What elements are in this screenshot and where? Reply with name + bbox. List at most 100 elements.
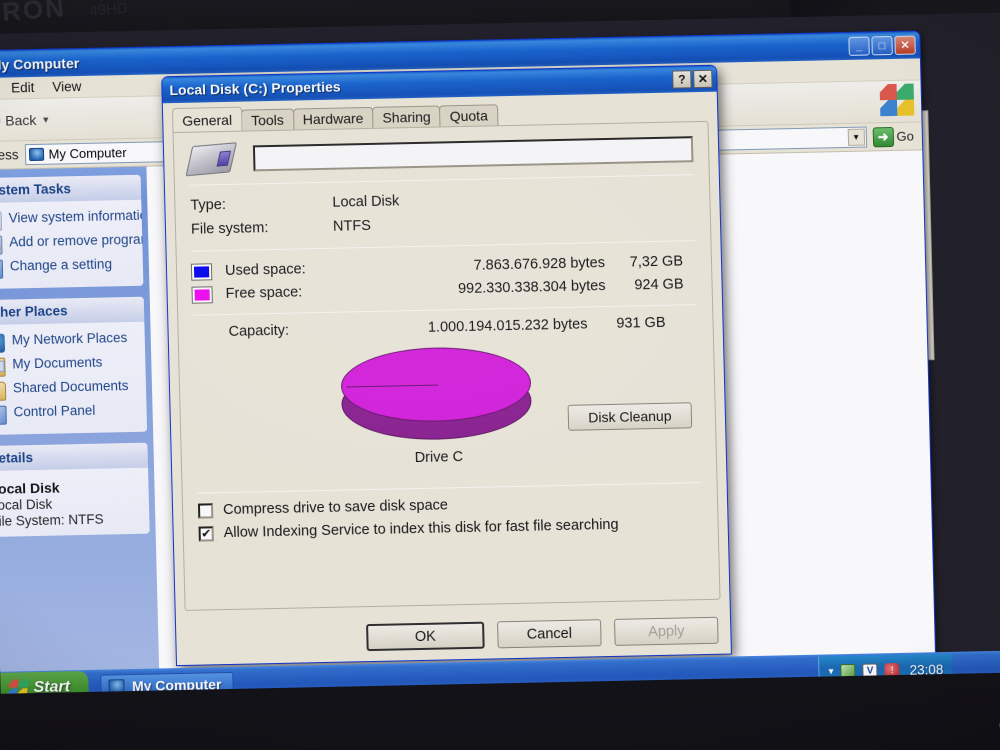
my-documents-icon [0,357,6,378]
address-dropdown-icon[interactable]: ▼ [847,128,865,146]
general-tab-page: Type: Local Disk File system: NTFS Used … [172,120,721,611]
allow-indexing-checkbox-row[interactable]: ✔ Allow Indexing Service to index this d… [198,515,703,542]
maximize-icon[interactable]: □ [871,35,893,56]
dialog-title: Local Disk (C:) Properties [169,78,341,99]
compress-drive-label: Compress drive to save disk space [222,497,449,519]
allow-indexing-checkbox[interactable]: ✔ [198,526,214,542]
menu-edit[interactable]: Edit [11,80,35,95]
free-space-bytes: 992.330.338.304 bytes [457,278,606,298]
tray-expand-chevron-icon[interactable]: ▾ [828,666,833,677]
other-places-group: Other Places My Network Places My Docume… [0,296,148,436]
place-control-panel[interactable]: Control Panel [0,400,147,428]
tab-quota[interactable]: Quota [439,104,499,127]
apply-button: Apply [614,616,719,646]
capacity-label: Capacity: [228,322,290,341]
separator [189,174,694,186]
tab-hardware[interactable]: Hardware [292,106,374,130]
disk-usage-pie-chart: Drive C Disk Cleanup [194,340,701,471]
task-label: View system information [8,207,144,226]
pie-caption: Drive C [414,449,464,467]
task-label: Add or remove programs [9,231,144,250]
go-arrow-icon: ➜ [872,126,894,147]
minimize-icon[interactable]: _ [848,36,870,56]
task-label: Change a setting [9,256,113,274]
type-value: Local Disk [332,193,400,211]
place-label: Control Panel [13,402,96,420]
monitor-brand-sub-text: 49HD [88,0,129,20]
add-remove-programs-icon [0,235,3,256]
system-tasks-heading: System Tasks [0,174,142,204]
tab-sharing[interactable]: Sharing [372,105,441,128]
address-value: My Computer [48,145,127,162]
capacity-row: Capacity: 1.000.194.015.232 bytes 931 GB [193,314,697,341]
go-button[interactable]: ➜ Go [872,126,917,147]
separator [197,482,702,494]
my-computer-window-controls: _ □ ✕ [848,35,916,56]
control-panel-icon [0,405,7,426]
compress-drive-checkbox-row[interactable]: Compress drive to save disk space [197,492,702,519]
pie-used-slice-divider [346,384,439,388]
address-my-computer-icon [28,147,44,162]
my-computer-title: My Computer [0,54,80,73]
free-space-label: Free space: [225,284,303,303]
place-my-documents[interactable]: My Documents [0,352,146,380]
back-button-label: Back [4,111,37,129]
address-label: Address [0,147,19,164]
volume-label-row [185,134,694,177]
go-label: Go [896,128,915,144]
details-group: Details Local Disk Local Disk File Syste… [0,442,150,538]
disk-cleanup-button[interactable]: Disk Cleanup [567,402,693,432]
back-arrow-icon: ← [0,104,1,137]
place-label: My Documents [12,354,103,372]
cancel-button[interactable]: Cancel [497,619,602,649]
file-system-label: File system: [190,220,269,238]
close-icon[interactable]: ✕ [693,69,713,89]
start-button[interactable]: Start [0,670,90,694]
capacity-gb: 931 GB [616,315,666,333]
file-system-value: NTFS [332,217,372,235]
task-add-remove-programs[interactable]: Add or remove programs [0,230,143,258]
menu-view[interactable]: View [52,79,81,95]
help-icon[interactable]: ? [672,70,692,89]
change-setting-icon [0,259,4,280]
start-label: Start [33,678,71,694]
free-space-color-swatch [191,286,213,304]
place-label: My Network Places [11,330,128,348]
close-icon[interactable]: ✕ [894,35,916,55]
hard-disk-icon [185,142,237,177]
photo-scene: ATRON 49HD ⴰ _ □ My Computer _ □ ✕ [0,0,1000,750]
volume-label-input[interactable] [252,136,694,172]
shared-documents-icon [0,381,7,402]
windows-flag-logo [878,82,916,118]
separator [193,304,698,316]
tab-tools[interactable]: Tools [240,108,295,131]
windows-start-flag-icon [7,679,29,694]
tab-general[interactable]: General [171,106,243,133]
used-space-color-swatch [190,263,213,281]
chevron-down-icon[interactable]: ▼ [41,114,50,124]
type-label: Type: [190,196,227,214]
task-view-system-information[interactable]: View system information [0,206,144,234]
ok-button[interactable]: OK [366,621,485,652]
system-tasks-group: System Tasks View system information Add… [0,174,144,290]
details-heading: Details [0,442,149,472]
details-file-system: File System: NTFS [0,511,104,529]
task-pane: System Tasks View system information Add… [0,166,160,694]
monitor-screen: _ □ My Computer _ □ ✕ File Edit View [0,12,1000,694]
place-shared-documents[interactable]: Shared Documents [0,376,146,404]
separator [191,239,696,252]
other-places-heading: Other Places [0,296,145,326]
place-label: Shared Documents [12,378,129,396]
dialog-window-controls: ? ✕ [672,69,713,89]
free-space-gb: 924 GB [634,276,684,294]
used-space-gb: 7,32 GB [629,253,684,271]
local-disk-properties-dialog[interactable]: Local Disk (C:) Properties ? ✕ General T… [161,64,732,667]
pie-graphic [340,345,534,448]
back-button[interactable]: ← Back ▼ [0,104,51,137]
place-my-network-places[interactable]: My Network Places [0,328,145,356]
task-change-a-setting[interactable]: Change a setting [0,254,143,282]
dialog-footer: OK Cancel Apply [366,616,719,652]
compress-drive-checkbox[interactable] [197,503,214,519]
allow-indexing-label: Allow Indexing Service to index this dis… [223,517,619,542]
system-information-icon [0,211,2,232]
